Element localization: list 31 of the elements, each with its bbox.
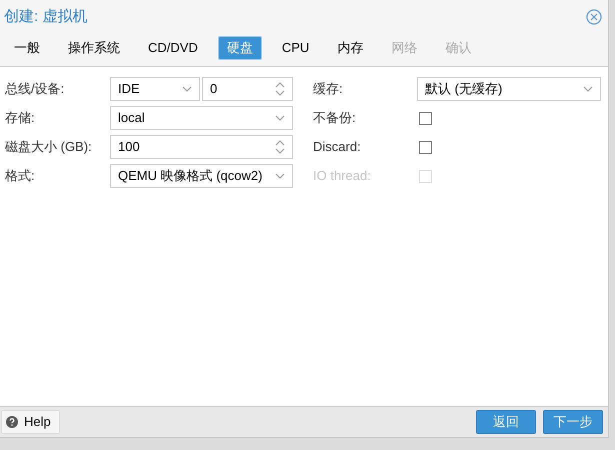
chevron-down-icon: [583, 86, 593, 92]
select-field[interactable]: IDE: [110, 77, 200, 101]
chevron-down-icon: [275, 115, 285, 121]
tab[interactable]: 一般: [6, 36, 48, 60]
field-label: Discard:: [313, 138, 362, 156]
number-field[interactable]: 100: [110, 135, 293, 159]
help-icon: [6, 416, 18, 428]
field-label: IO thread:: [313, 167, 372, 186]
chevron-down-icon: [182, 86, 192, 92]
number-field[interactable]: 0: [202, 77, 293, 101]
select-field[interactable]: 默认 (无缓存): [417, 77, 601, 101]
close-icon[interactable]: [586, 9, 602, 25]
checkbox[interactable]: [419, 140, 432, 154]
field-label: 缓存:: [313, 80, 344, 98]
spinner-arrows-icon: [275, 81, 285, 97]
window-title: 创建: 虚拟机: [4, 6, 88, 27]
field-label: 存储:: [5, 109, 36, 128]
field-label: 总线/设备:: [5, 80, 66, 98]
field-label: 磁盘大小 (GB):: [5, 138, 93, 156]
tab[interactable]: 操作系统: [60, 36, 128, 60]
tab[interactable]: 内存: [329, 36, 372, 60]
tab[interactable]: CPU: [274, 36, 318, 60]
field-label: 格式:: [5, 167, 36, 186]
chevron-down-icon: [275, 173, 285, 179]
checkbox[interactable]: [419, 112, 432, 124]
spinner-arrows-icon: [275, 139, 285, 155]
select-field[interactable]: local: [110, 106, 293, 130]
field-label: 不备份:: [313, 109, 357, 128]
help-button[interactable]: Help: [1, 410, 60, 434]
select-field[interactable]: QEMU 映像格式 (qcow2): [110, 164, 293, 188]
tab[interactable]: CD/DVD: [140, 36, 206, 60]
